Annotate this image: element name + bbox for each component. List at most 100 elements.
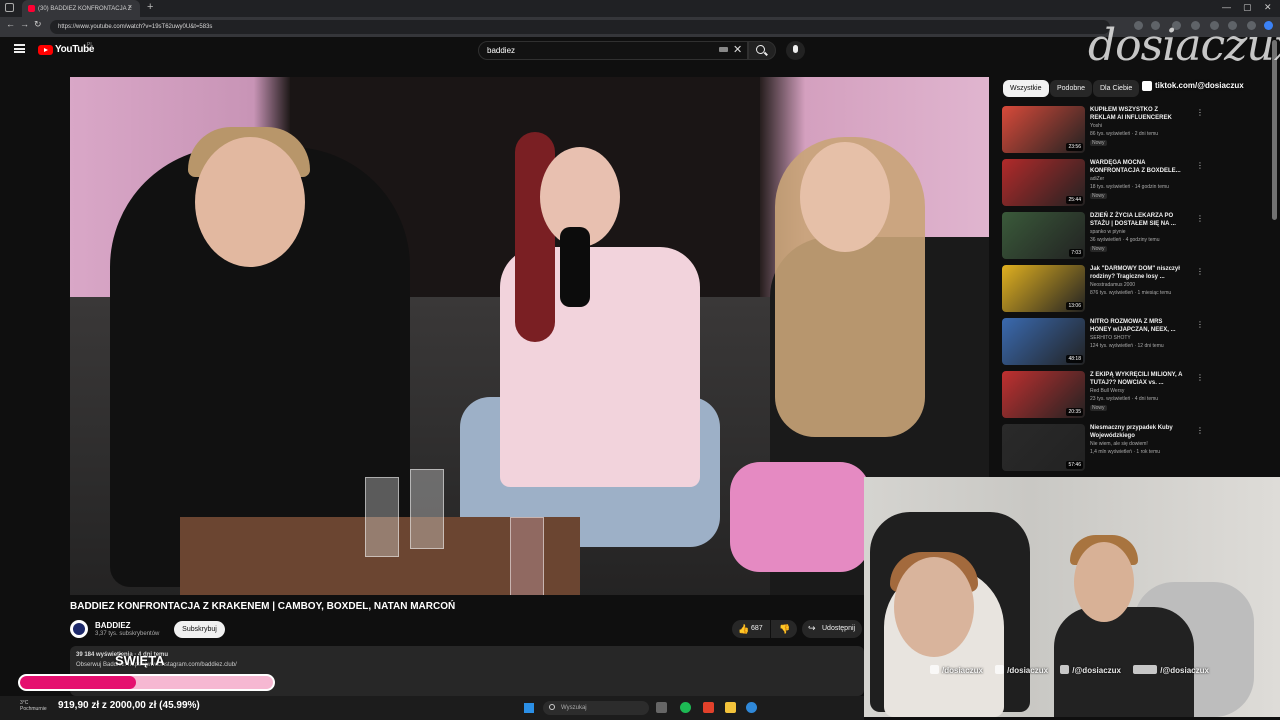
recommended-video[interactable]: 57:46 Niesmaczny przypadek Kuby Wojewódzk… [1002,424,1204,474]
video-duration: 25:44 [1066,196,1083,204]
tipply-icon [1133,665,1158,674]
channel-name[interactable]: Nie wiem, ale się dowiem! [1090,441,1148,447]
video-player[interactable] [70,77,989,595]
channel-name[interactable]: Neostradamus 2000 [1090,282,1135,288]
more-options-icon[interactable]: ⋮ [1196,320,1204,329]
window-close-icon[interactable]: ✕ [1264,2,1272,13]
windows-start-icon[interactable] [524,703,534,713]
goal-title: ŚWIĘTA [115,653,165,668]
video-thumbnail[interactable]: 25:44 [1002,159,1085,206]
more-options-icon[interactable]: ⋮ [1196,108,1204,117]
youtube-logo-icon[interactable] [38,45,53,55]
tab-actions-icon[interactable] [5,3,14,12]
video-title[interactable]: KUPIŁEM WSZYSTKO Z REKLAM AI INFLUENCERE… [1090,106,1184,122]
video-thumbnail[interactable]: 13:06 [1002,265,1085,312]
video-thumbnail[interactable]: 57:46 [1002,424,1085,471]
search-input[interactable]: baddiez [478,41,748,60]
edge-icon[interactable] [746,702,757,713]
chip-all[interactable]: Wszystkie [1003,80,1049,97]
country-code: PL [87,42,94,48]
youtube-icon [1060,665,1070,674]
video-title[interactable]: NITRO ROZMOWA Z MRS HONEY w/JAPCZAN, NEE… [1090,318,1184,334]
more-options-icon[interactable]: ⋮ [1196,161,1204,170]
subscriber-count: 3,37 tys. subskrybentów [95,631,160,637]
file-explorer-icon[interactable] [725,702,736,713]
new-tab-icon[interactable]: + [147,1,153,13]
thumbs-down-icon[interactable]: 👎 [779,624,790,635]
video-duration: 20:35 [1066,408,1083,416]
channel-name[interactable]: Yoshi [1090,123,1102,129]
app-icon[interactable] [703,702,714,713]
video-meta: 23 tys. wyświetleń · 4 dni temu [1090,396,1159,402]
more-options-icon[interactable]: ⋮ [1196,426,1204,435]
more-options-icon[interactable]: ⋮ [1196,214,1204,223]
clear-search-icon[interactable]: ✕ [733,43,742,56]
spotify-icon[interactable] [680,702,691,713]
maximize-icon[interactable]: ▢ [1243,2,1252,13]
tipply-handle: /@dosiaczux [1160,666,1209,675]
video-duration: 57:46 [1066,461,1083,469]
reload-icon[interactable]: ↻ [34,19,42,30]
channel-name[interactable]: adiZer [1090,176,1104,182]
recommended-video[interactable]: 7:03 DZIEŃ Z ŻYCIA LEKARZA PO STAŻU | DOS… [1002,212,1204,262]
channel-avatar[interactable] [70,620,88,638]
back-icon[interactable]: ← [6,19,15,29]
tab-close-icon[interactable]: × [128,4,132,11]
video-title[interactable]: WARDĘGA MOCNA KONFRONTACJA Z BOXDELE... [1090,159,1184,175]
channel-name[interactable]: SERHITO SHOTY [1090,335,1131,341]
microphone-icon[interactable] [793,45,798,53]
video-meta: 1,4 mln wyświetleń · 1 rok temu [1090,449,1161,455]
new-badge: Nowy [1090,193,1107,199]
new-badge: Nowy [1090,140,1107,146]
video-thumbnail[interactable]: 7:03 [1002,212,1085,259]
video-thumbnail[interactable]: 48:18 [1002,318,1085,365]
video-duration: 23:56 [1066,143,1083,151]
video-thumbnail[interactable]: 23:56 [1002,106,1085,153]
chip-related[interactable]: Podobne [1050,80,1093,97]
task-view-icon[interactable] [656,702,667,713]
subscribe-button[interactable]: Subskrybuj [174,621,225,638]
more-options-icon[interactable]: ⋮ [1196,373,1204,382]
instagram-handle: /dosiaczux [942,666,983,675]
browser-tab-bar [0,0,1280,17]
channel-name[interactable]: spanko w piynie [1090,229,1126,235]
video-title: BADDIEZ KONFRONTACJA Z KRAKENEM | CAMBOY… [70,601,456,612]
tiktok-handle-small: /dosiaczux [1007,666,1049,675]
video-meta: 124 tys. wyświetleń · 12 dni temu [1090,343,1164,349]
video-title[interactable]: Jak "DARMOWY DOM" niszczył rodziny? Trag… [1090,265,1184,281]
keyboard-icon[interactable] [719,47,728,52]
recommended-video[interactable]: 13:06 Jak "DARMOWY DOM" niszczył rodziny?… [1002,265,1204,315]
recommended-video[interactable]: 48:18 NITRO ROZMOWA Z MRS HONEY w/JAPCZAN… [1002,318,1204,368]
recommended-video[interactable]: 25:44 WARDĘGA MOCNA KONFRONTACJA Z BOXDEL… [1002,159,1204,209]
goal-progress-fill [20,676,137,689]
recommended-video[interactable]: 23:56 KUPIŁEM WSZYSTKO Z REKLAM AI INFLUE… [1002,106,1204,156]
tiktok-icon [995,665,1005,674]
more-options-icon[interactable]: ⋮ [1196,267,1204,276]
video-duration: 13:06 [1066,302,1083,310]
url-field[interactable]: https://www.youtube.com/watch?v=19sT62uw… [50,20,1110,34]
video-title[interactable]: Niesmaczny przypadek Kuby Wojewódzkiego [1090,424,1184,440]
search-icon[interactable] [756,45,765,54]
video-meta: 18 tys. wyświetleń · 14 godzin temu [1090,184,1169,190]
video-title[interactable]: Z EKIPĄ WYKRĘCILI MILIONY, A TUTAJ?? NOW… [1090,371,1184,387]
taskbar-search-input[interactable]: Wyszukaj [543,701,649,715]
channel-name[interactable]: Red Bull Wersy [1090,388,1124,394]
chip-for-you[interactable]: Dla Ciebie [1093,80,1140,97]
channel-name[interactable]: BADDIEZ [95,621,131,630]
weather-widget[interactable]: 3°C Pochmurnie [20,700,47,712]
forward-icon[interactable]: → [20,19,29,29]
minimize-icon[interactable]: — [1222,2,1231,12]
tiktok-handle: tiktok.com/@dosiaczux [1155,81,1244,90]
search-icon [549,704,555,710]
new-badge: Nowy [1090,405,1107,411]
thumbs-up-icon[interactable]: 👍 [738,624,749,635]
streamer-logo: dosiaczux [1088,20,1280,71]
hamburger-menu-icon[interactable] [14,44,25,53]
video-title[interactable]: DZIEŃ Z ŻYCIA LEKARZA PO STAŻU | DOSTAŁE… [1090,212,1184,228]
webcam-feed [864,477,1280,717]
goal-amount: 919,90 zł z 2000,00 zł (45.99%) [58,700,200,711]
share-icon[interactable]: ↪ [808,623,816,634]
recommended-video[interactable]: 20:35 Z EKIPĄ WYKRĘCILI MILIONY, A TUTAJ?… [1002,371,1204,421]
video-thumbnail[interactable]: 20:35 [1002,371,1085,418]
browser-tab[interactable]: (30) BADDIEZ KONFRONTACJA Z [22,0,140,17]
